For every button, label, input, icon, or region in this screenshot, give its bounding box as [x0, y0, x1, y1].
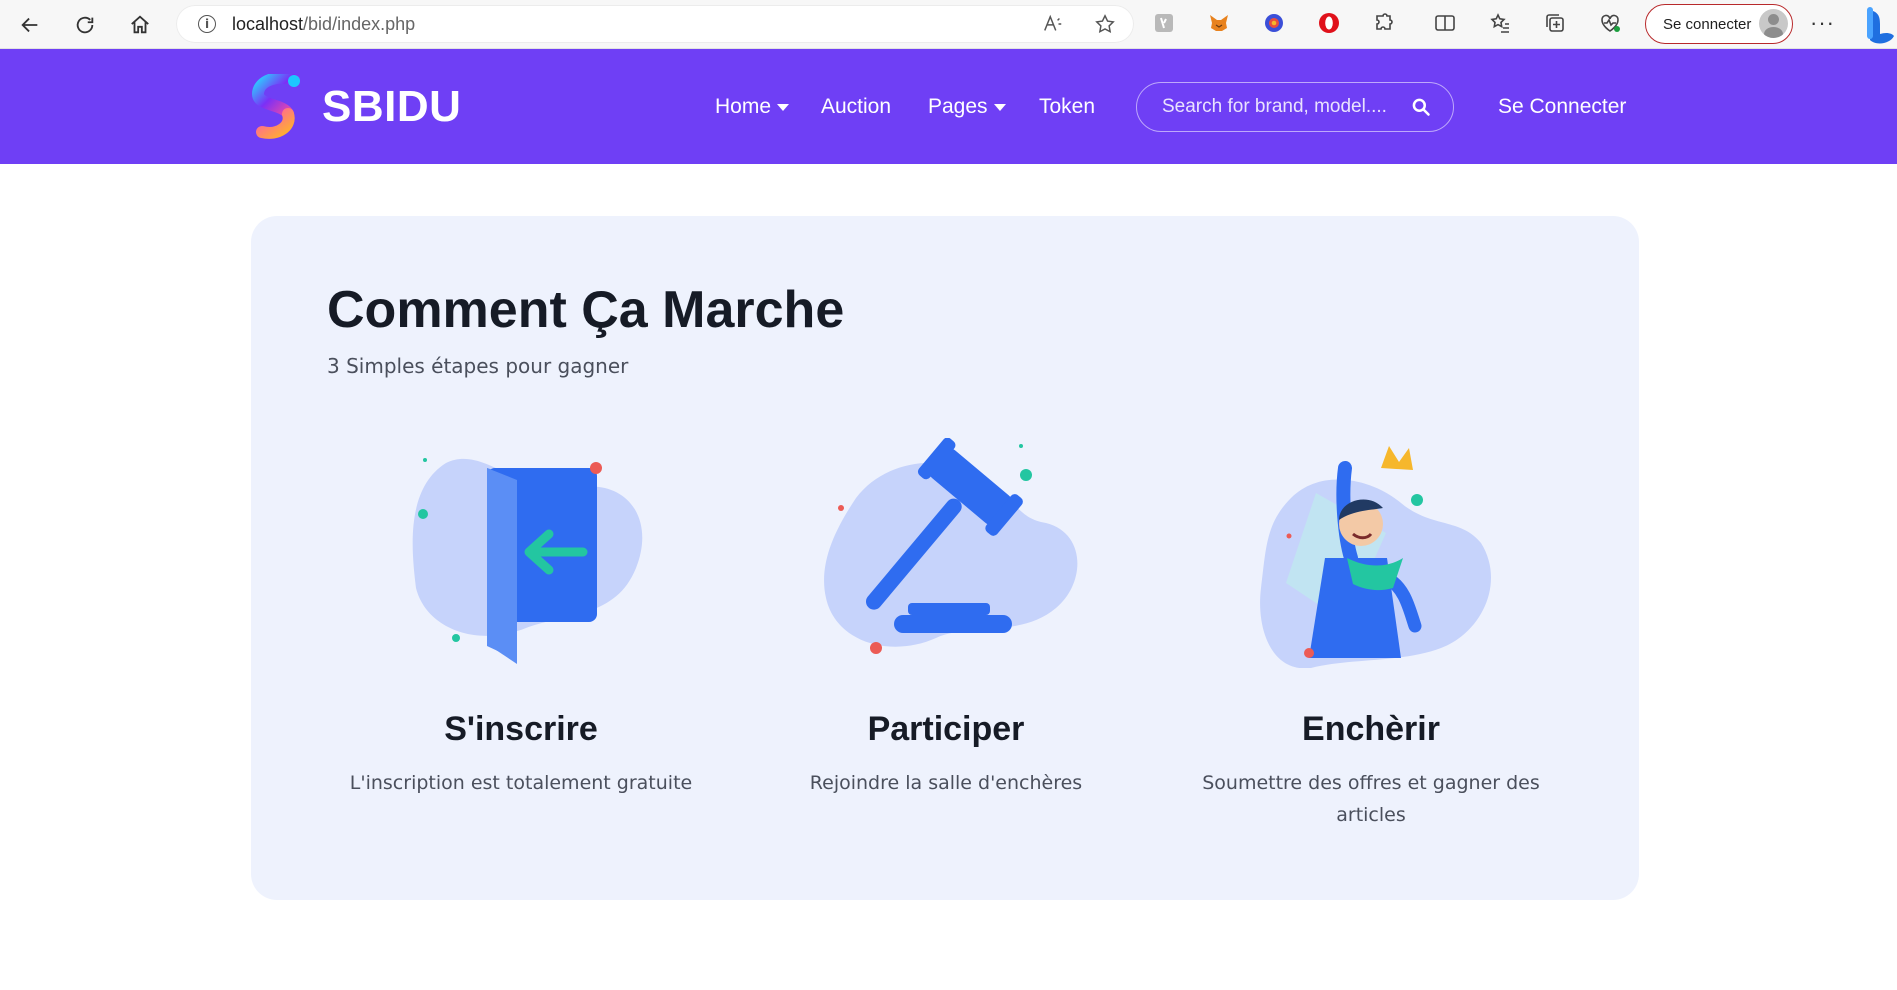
search-input[interactable]: [1162, 96, 1402, 118]
step-description: Rejoindre la salle d'enchères: [809, 772, 1083, 794]
favorites-list-icon[interactable]: [1486, 9, 1514, 37]
favorite-star-icon[interactable]: [1094, 13, 1116, 40]
collections-icon[interactable]: [1541, 9, 1569, 37]
search-icon[interactable]: [1411, 97, 1431, 117]
nav-pages[interactable]: Pages: [928, 95, 1006, 119]
brand-name: SBIDU: [322, 82, 462, 131]
opera-icon[interactable]: [1315, 9, 1343, 37]
address-bar[interactable]: i localhost/bid/index.php: [176, 5, 1134, 43]
split-screen-icon[interactable]: [1431, 9, 1459, 37]
step-title: S'inscrire: [444, 710, 598, 748]
site-logo[interactable]: SBIDU: [250, 74, 461, 140]
step-card-participate: Participer Rejoindre la salle d'enchères: [736, 438, 1156, 799]
extensions-puzzle-icon[interactable]: [1370, 9, 1398, 37]
door-enter-icon: [412, 458, 643, 664]
back-icon[interactable]: [4, 0, 56, 49]
more-options-icon[interactable]: ···: [1810, 10, 1835, 36]
caret-down-icon: [777, 103, 790, 111]
connect-link[interactable]: Se Connecter: [1498, 95, 1626, 119]
copilot-icon[interactable]: [1862, 6, 1897, 46]
nav-home[interactable]: Home: [715, 95, 790, 119]
how-it-works-card: Comment Ça Marche 3 Simples étapes pour …: [251, 216, 1639, 900]
step-description: L'inscription est totalement gratuite: [349, 772, 693, 794]
sbidu-logo-icon: [251, 74, 300, 139]
url-text: localhost/bid/index.php: [232, 13, 416, 34]
step-card-register: S'inscrire L'inscription est totalement …: [311, 438, 731, 799]
step-title: Participer: [867, 710, 1025, 748]
site-info-icon[interactable]: i: [198, 15, 216, 33]
site-header: SBIDU Home Auction Pages Token Se Connec…: [0, 49, 1897, 164]
step-description: Soumettre des offres et gagner des artic…: [1202, 772, 1540, 826]
step-title: Enchèrir: [1302, 710, 1440, 748]
extension-gray-icon[interactable]: [1150, 9, 1178, 37]
step-card-bid: Enchèrir Soumettre des offres et gagner …: [1161, 438, 1581, 831]
winner-crown-icon: [1260, 446, 1491, 668]
browser-health-icon[interactable]: [1596, 9, 1624, 37]
caret-down-icon: [993, 103, 1006, 111]
read-aloud-icon[interactable]: [1042, 13, 1064, 40]
browser-toolbar: i localhost/bid/index.php Se connecter ·…: [0, 0, 1897, 49]
site-search: [1136, 82, 1454, 132]
firefox-relay-icon[interactable]: [1260, 9, 1288, 37]
reload-icon[interactable]: [59, 0, 111, 49]
nav-auction[interactable]: Auction: [821, 95, 891, 119]
browser-signin-button[interactable]: Se connecter: [1645, 4, 1793, 44]
gavel-icon: [824, 438, 1078, 654]
page-title: Comment Ça Marche: [327, 281, 845, 339]
nav-token[interactable]: Token: [1039, 95, 1095, 119]
metamask-fox-icon[interactable]: [1205, 9, 1233, 37]
page-subtitle: 3 Simples étapes pour gagner: [327, 354, 629, 378]
home-icon[interactable]: [114, 0, 166, 49]
profile-avatar-icon: [1759, 9, 1788, 38]
